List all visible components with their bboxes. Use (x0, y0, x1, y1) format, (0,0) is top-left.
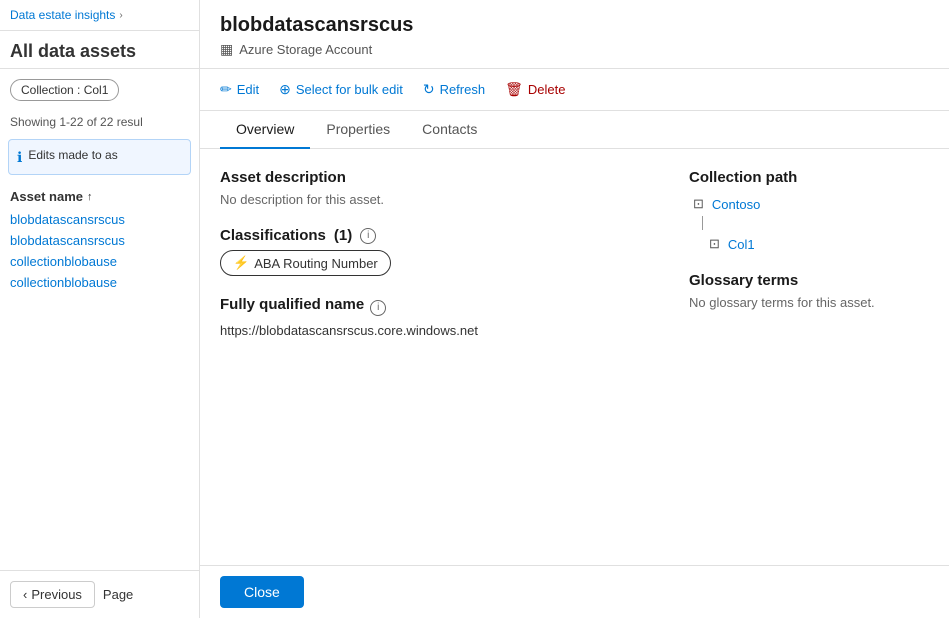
refresh-icon: ↻ (423, 81, 435, 98)
list-item[interactable]: collectionblobause (10, 275, 189, 290)
classifications-info-icon: i (360, 228, 376, 244)
tree-connector (689, 216, 929, 230)
close-button[interactable]: Close (220, 576, 304, 608)
asset-name-label: Asset name (10, 189, 83, 204)
right-panel: blobdatascansrscus ▦ Azure Storage Accou… (200, 0, 949, 618)
classification-tag-label: ABA Routing Number (254, 256, 378, 271)
bolt-icon: ⚡ (233, 255, 249, 271)
storage-icon: ▦ (220, 41, 233, 58)
tabs: Overview Properties Contacts (200, 111, 949, 149)
tab-contacts[interactable]: Contacts (406, 111, 493, 149)
asset-type-label: Azure Storage Account (239, 42, 372, 57)
classifications-count: (1) (334, 227, 352, 244)
bulk-edit-icon: ⊕ (279, 81, 291, 98)
tab-overview[interactable]: Overview (220, 111, 310, 149)
collection-icon: ⊡ (693, 196, 704, 212)
edit-label: Edit (237, 82, 259, 97)
collection-filter: Collection : Col1 (10, 79, 189, 101)
asset-description-text: No description for this asset. (220, 192, 649, 207)
collection-icon-child: ⊡ (709, 236, 720, 252)
asset-list: blobdatascansrscus blobdatascansrscus co… (0, 208, 199, 294)
asset-description-title: Asset description (220, 169, 649, 186)
refresh-button[interactable]: ↻ Refresh (423, 79, 485, 100)
fqn-info-icon: i (370, 300, 386, 316)
delete-label: Delete (528, 82, 566, 97)
fqn-value: https://blobdatascansrscus.core.windows.… (220, 323, 649, 338)
tree-item-contoso: ⊡ Contoso (689, 196, 929, 212)
refresh-label: Refresh (440, 82, 486, 97)
list-item[interactable]: collectionblobause (10, 254, 189, 269)
collection-path-title: Collection path (689, 169, 929, 186)
asset-title: blobdatascansrscus (220, 14, 929, 37)
collection-link-contoso[interactable]: Contoso (712, 197, 760, 212)
pagination: ‹ Previous Page (0, 570, 199, 618)
select-bulk-label: Select for bulk edit (296, 82, 403, 97)
detail-side: Collection path ⊡ Contoso ⊡ Col1 Glossar… (689, 169, 929, 545)
classification-tag: ⚡ ABA Routing Number (220, 250, 391, 276)
fqn-title: Fully qualified name (220, 296, 364, 313)
edit-button[interactable]: ✏ Edit (220, 79, 259, 100)
classifications-title: Classifications (220, 227, 326, 244)
list-item[interactable]: blobdatascansrscus (10, 212, 189, 227)
tree-item-col1: ⊡ Col1 (689, 236, 929, 252)
select-bulk-button[interactable]: ⊕ Select for bulk edit (279, 79, 403, 100)
glossary-title: Glossary terms (689, 272, 929, 289)
breadcrumb[interactable]: Data estate insights › (0, 0, 199, 31)
edit-icon: ✏ (220, 81, 232, 98)
delete-button[interactable]: 🗑 Delete (505, 79, 565, 100)
breadcrumb-chevron: › (119, 10, 122, 21)
list-item[interactable]: blobdatascansrscus (10, 233, 189, 248)
previous-button[interactable]: ‹ Previous (10, 581, 95, 608)
showing-text: Showing 1-22 of 22 resul (0, 111, 199, 133)
delete-icon: 🗑 (505, 81, 523, 98)
collection-badge[interactable]: Collection : Col1 (10, 79, 119, 101)
asset-description-section: Asset description No description for thi… (220, 169, 649, 207)
glossary-text: No glossary terms for this asset. (689, 295, 929, 310)
page-label: Page (103, 587, 133, 602)
tree-line (702, 216, 703, 230)
detail-body: Asset description No description for thi… (200, 149, 949, 565)
previous-label: Previous (31, 587, 82, 602)
page-title: All data assets (0, 31, 199, 69)
glossary-section: Glossary terms No glossary terms for thi… (689, 272, 929, 310)
info-banner-text: Edits made to as (28, 148, 117, 162)
asset-list-header: Asset name ↑ (0, 181, 199, 208)
left-panel: Data estate insights › All data assets C… (0, 0, 200, 618)
info-icon: ℹ (17, 149, 22, 166)
breadcrumb-link[interactable]: Data estate insights (10, 8, 115, 22)
tab-properties[interactable]: Properties (310, 111, 406, 149)
collection-tree: ⊡ Contoso ⊡ Col1 (689, 196, 929, 252)
detail-main: Asset description No description for thi… (220, 169, 649, 545)
fqn-section: Fully qualified name i https://blobdatas… (220, 296, 649, 338)
toolbar: ✏ Edit ⊕ Select for bulk edit ↻ Refresh … (200, 69, 949, 111)
chevron-left-icon: ‹ (23, 587, 27, 602)
detail-header: blobdatascansrscus ▦ Azure Storage Accou… (200, 0, 949, 69)
bottom-bar: Close (200, 565, 949, 618)
info-banner: ℹ Edits made to as (8, 139, 191, 175)
collection-link-col1[interactable]: Col1 (728, 237, 755, 252)
classifications-section: Classifications (1) i ⚡ ABA Routing Numb… (220, 227, 649, 296)
sort-arrow-icon[interactable]: ↑ (87, 191, 93, 203)
asset-type: ▦ Azure Storage Account (220, 41, 929, 58)
